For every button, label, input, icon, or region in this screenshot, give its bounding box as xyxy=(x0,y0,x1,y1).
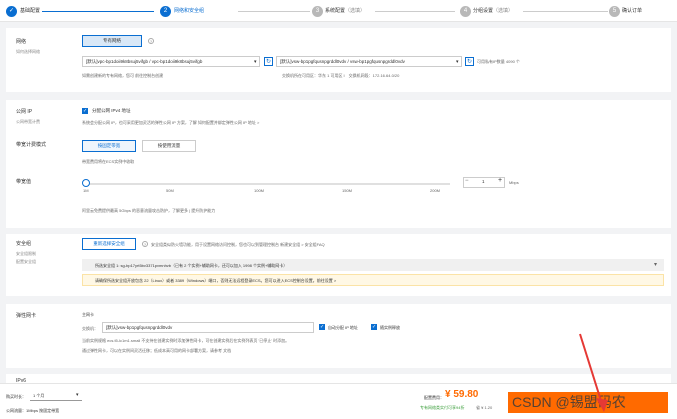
step-4-label[interactable]: 分组设置（选填） xyxy=(473,6,513,17)
primary-eni-label: 主网卡 xyxy=(82,312,94,317)
chevron-down-icon: ▾ xyxy=(254,59,257,65)
vpc-select-value: [默认]vpc-bp1doii9k8bsuj5vifgb / vpc-bp1do… xyxy=(86,59,203,64)
chevron-down-icon: ▾ xyxy=(76,392,79,398)
switch-label: 交换机： xyxy=(82,326,98,331)
network-help-link[interactable]: 如何选择网络 xyxy=(16,49,40,55)
slider-tick: 150M xyxy=(342,188,353,193)
step-5-number: 5 xyxy=(609,6,620,17)
step-3-label[interactable]: 系统配置（选填） xyxy=(325,6,365,17)
step-3-number: 3 xyxy=(312,6,323,17)
step-connector xyxy=(375,11,455,12)
bandwidth-unit: Mbps xyxy=(509,180,519,185)
step-connector xyxy=(523,11,608,12)
traffic-summary: 公网流量：1Mbps 按固定带宽 xyxy=(6,408,60,413)
step-bar: ✓ 基础配置 2 网络和安全组 3 系统配置（选填） 4 分组设置（选填） 5 … xyxy=(0,0,677,22)
vpc-select[interactable]: [默认]vpc-bp1doii9k8bsuj5vifgb / vpc-bp1do… xyxy=(82,56,260,67)
eni-switch-value: [默认]vsw-bp1pgfqusnpgrddl0vdv xyxy=(106,325,173,330)
selected-security-group: 所选安全组 1: sg-bp17yrt5bv3371pvmnhvb（已有 2 个… xyxy=(95,263,288,268)
eni-switch-select[interactable]: [默认]vsw-bp1pgfqusnpgrddl0vdv xyxy=(102,322,314,333)
step-4-number: 4 xyxy=(460,6,471,17)
minus-icon[interactable]: − xyxy=(465,178,469,184)
public-ip-section: 公网 IP 公网带宽计费 ✓ 分配公网 IPv4 地址 系统会分配公网 IP，也… xyxy=(6,100,671,228)
public-ip-title: 公网 IP xyxy=(16,109,33,115)
step-4-optional: （选填） xyxy=(493,8,514,14)
release-with-instance-checkbox[interactable]: ✓ xyxy=(371,324,377,330)
vswitch-select[interactable]: [默认]vsw-bp1pgfqusnpgrddl0vdv / vsw-bp1pg… xyxy=(276,56,462,67)
duration-label: 购买时长： xyxy=(6,394,26,399)
port-warning: 请确保所选安全组开放包含 22（Linux）或者 3389（Windows）端口… xyxy=(95,278,337,283)
step-5-label[interactable]: 确认订单 xyxy=(622,6,642,17)
slider-tick: 100M xyxy=(254,188,265,193)
bandwidth-slider-track[interactable] xyxy=(86,183,450,185)
price-value: ¥ 59.80 xyxy=(445,389,479,400)
assign-ip-checkbox[interactable]: ✓ xyxy=(82,108,88,114)
security-config-link[interactable]: 配置安全组 xyxy=(16,259,36,265)
chevron-down-icon[interactable]: ▾ xyxy=(654,261,657,268)
step-3-text: 系统配置 xyxy=(325,8,346,14)
vpc-type-button[interactable]: 专有网络 xyxy=(82,35,142,47)
step-2-number: 2 xyxy=(160,6,171,17)
network-section: 网络 如何选择网络 专有网络 ? [默认]vpc-bp1doii9k8bsuj5… xyxy=(6,28,671,92)
duration-value: 1 个月 xyxy=(33,393,45,398)
slider-tick: 200M xyxy=(430,188,441,193)
reselect-security-group-button[interactable]: 重新选择安全组 xyxy=(82,238,136,250)
security-limit-link[interactable]: 安全组限制 xyxy=(16,251,36,257)
eni-note-2: 通过弹性网卡，可以在实例间灵活迁移；低成本高可用的网卡部署方案，请参考 文档 xyxy=(82,348,232,353)
bandwidth-value[interactable]: 1 xyxy=(482,179,485,184)
step-4-text: 分组设置 xyxy=(473,8,494,14)
step-1-done-icon: ✓ xyxy=(6,6,17,17)
chevron-down-icon: ▾ xyxy=(456,59,459,65)
refresh-icon[interactable]: ↻ xyxy=(465,57,474,66)
eni-note-1: 当前实例规格 ecs.t5-lc1m1.small 不支持在创建实例时添加弹性网… xyxy=(82,338,290,343)
refresh-icon[interactable]: ↻ xyxy=(264,57,273,66)
slider-tick: 1M xyxy=(83,188,89,193)
fixed-bandwidth-option[interactable]: 按固定带宽 xyxy=(82,140,136,152)
saving-note: 专有网络类实付可享94折 xyxy=(420,405,465,410)
public-ip-help-link[interactable]: 公网带宽计费 xyxy=(16,119,40,125)
zone-info: 交换机所在可用区：华东 1 可用区 I 交换机网段：172.16.64.0/20 xyxy=(282,73,400,78)
available-ip-count: 可用私有IP数量 4090 个 xyxy=(477,59,520,64)
help-icon[interactable]: ? xyxy=(142,241,148,247)
step-connector xyxy=(42,11,154,12)
step-3-optional: （选填） xyxy=(345,8,366,14)
slider-tick: 50M xyxy=(166,188,174,193)
auto-ip-label: 自动分配 IP 地址 xyxy=(328,325,358,330)
security-group-desc: 安全组类似防火墙功能，用于设置网络访问控制，您也可以到管理控制台 新建安全组 >… xyxy=(151,242,325,247)
release-label: 随实例释放 xyxy=(380,325,400,330)
assign-ip-label: 分配公网 IPv4 地址 xyxy=(92,108,131,113)
ddos-note: 阿里云免费提供最高 5Gbps 的恶意流量攻击防护，了解更多 | 提升防护能力 xyxy=(82,208,216,213)
saving-amount: 省 ¥ 1.20 xyxy=(476,405,493,410)
plus-icon[interactable]: + xyxy=(498,177,502,184)
traffic-billing-option[interactable]: 按使用流量 xyxy=(142,140,196,152)
security-group-section: 安全组 安全组限制 配置安全组 重新选择安全组 ? 安全组类似防火墙功能，用于设… xyxy=(6,234,671,296)
red-arrow-annotation xyxy=(579,333,608,412)
vswitch-select-value: [默认]vsw-bp1pgfqusnpgrddl0vdv / vsw-bp1pg… xyxy=(280,59,405,64)
bandwidth-slider-handle[interactable] xyxy=(82,179,90,187)
eni-title: 弹性网卡 xyxy=(16,313,37,319)
price-label: 配置费用： xyxy=(424,395,444,400)
help-icon[interactable]: ? xyxy=(148,38,154,44)
vpc-create-note: 如需创建新的专有网络，您可 前往控制台创建 xyxy=(82,73,164,78)
billing-note: 带宽费用将在ECS实例中收取 xyxy=(82,159,135,164)
auto-ip-checkbox[interactable]: ✓ xyxy=(319,324,325,330)
billing-mode-title: 带宽计费模式 xyxy=(16,142,47,148)
step-2-label[interactable]: 网络和安全组 xyxy=(174,6,204,17)
eip-note: 系统会分配公网 IP，也可采用更加灵活的弹性公网 IP 方案，了解 如何配置并绑… xyxy=(82,120,260,125)
security-group-title: 安全组 xyxy=(16,241,32,247)
network-title: 网络 xyxy=(16,39,27,45)
bandwidth-title: 带宽值 xyxy=(16,179,32,185)
step-connector xyxy=(238,11,310,12)
step-1-label[interactable]: 基础配置 xyxy=(20,6,40,17)
